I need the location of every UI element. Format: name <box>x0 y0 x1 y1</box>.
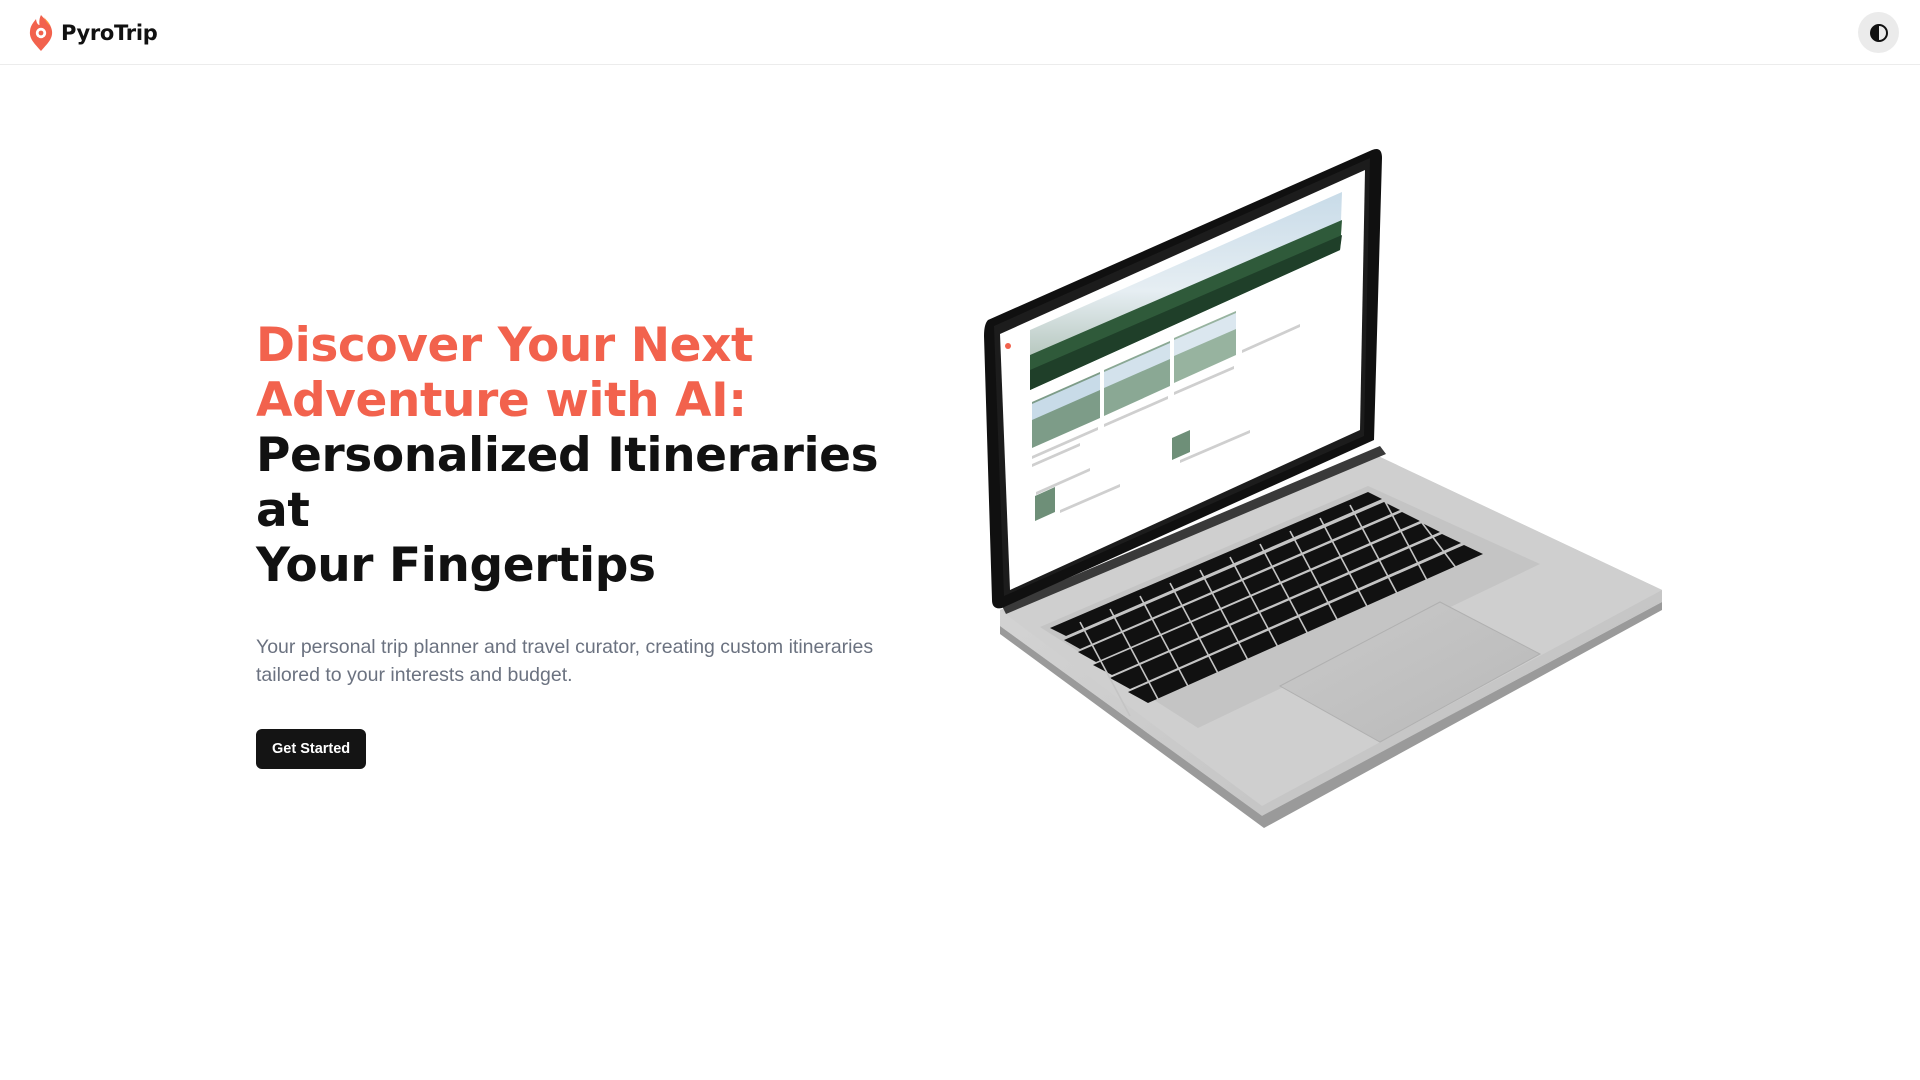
hero-title-line-4: Your Fingertips <box>256 538 656 593</box>
get-started-button[interactable]: Get Started <box>256 729 367 769</box>
hero-title-accent-line-2: Adventure with AI: <box>256 373 747 428</box>
brand-home-link[interactable]: PyroTrip <box>27 13 158 53</box>
contrast-icon <box>1869 23 1888 42</box>
top-navbar: PyroTrip <box>0 0 1920 65</box>
flame-pin-logo-icon <box>29 15 53 51</box>
hero-title-accent-line-1: Discover Your Next <box>256 318 754 373</box>
hero-section: Discover Your Next Adventure with AI: Pe… <box>256 318 936 769</box>
hero-title: Discover Your Next Adventure with AI: Pe… <box>256 318 936 593</box>
brand-name: PyroTrip <box>61 21 158 45</box>
laptop-illustration <box>984 149 1662 828</box>
hero-subtitle: Your personal trip planner and travel cu… <box>256 636 874 686</box>
theme-toggle-button[interactable] <box>1858 12 1899 53</box>
laptop-mockup-image <box>980 140 1680 840</box>
hero-title-line-3: Personalized Itineraries at <box>256 428 879 538</box>
